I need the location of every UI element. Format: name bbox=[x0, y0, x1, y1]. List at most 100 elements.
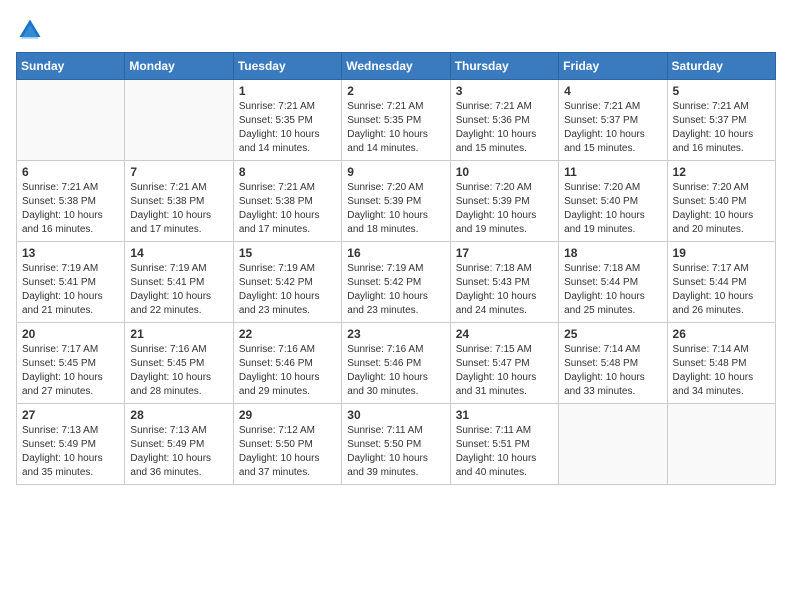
calendar-week-5: 27 Sunrise: 7:13 AMSunset: 5:49 PMDayligh… bbox=[17, 404, 776, 485]
day-number: 20 bbox=[22, 327, 119, 341]
calendar-cell: 30 Sunrise: 7:11 AMSunset: 5:50 PMDayligh… bbox=[342, 404, 450, 485]
calendar-cell: 27 Sunrise: 7:13 AMSunset: 5:49 PMDayligh… bbox=[17, 404, 125, 485]
day-number: 28 bbox=[130, 408, 227, 422]
calendar-header-row: SundayMondayTuesdayWednesdayThursdayFrid… bbox=[17, 53, 776, 80]
logo bbox=[16, 16, 46, 44]
calendar-week-4: 20 Sunrise: 7:17 AMSunset: 5:45 PMDayligh… bbox=[17, 323, 776, 404]
day-detail: Sunrise: 7:21 AMSunset: 5:37 PMDaylight:… bbox=[564, 100, 661, 156]
day-detail: Sunrise: 7:17 AMSunset: 5:45 PMDaylight:… bbox=[22, 343, 119, 399]
day-number: 14 bbox=[130, 246, 227, 260]
day-number: 12 bbox=[673, 165, 770, 179]
day-detail: Sunrise: 7:14 AMSunset: 5:48 PMDaylight:… bbox=[564, 343, 661, 399]
day-number: 13 bbox=[22, 246, 119, 260]
calendar-week-1: 1 Sunrise: 7:21 AMSunset: 5:35 PMDaylight… bbox=[17, 80, 776, 161]
page-header bbox=[16, 16, 776, 44]
weekday-header-wednesday: Wednesday bbox=[342, 53, 450, 80]
day-detail: Sunrise: 7:20 AMSunset: 5:40 PMDaylight:… bbox=[673, 181, 770, 237]
calendar-cell: 28 Sunrise: 7:13 AMSunset: 5:49 PMDayligh… bbox=[125, 404, 233, 485]
day-number: 4 bbox=[564, 84, 661, 98]
day-number: 5 bbox=[673, 84, 770, 98]
calendar-cell: 19 Sunrise: 7:17 AMSunset: 5:44 PMDayligh… bbox=[667, 242, 775, 323]
day-number: 19 bbox=[673, 246, 770, 260]
day-number: 29 bbox=[239, 408, 336, 422]
day-detail: Sunrise: 7:20 AMSunset: 5:39 PMDaylight:… bbox=[456, 181, 553, 237]
day-number: 18 bbox=[564, 246, 661, 260]
day-detail: Sunrise: 7:16 AMSunset: 5:46 PMDaylight:… bbox=[239, 343, 336, 399]
calendar-cell: 13 Sunrise: 7:19 AMSunset: 5:41 PMDayligh… bbox=[17, 242, 125, 323]
day-number: 2 bbox=[347, 84, 444, 98]
calendar-cell: 31 Sunrise: 7:11 AMSunset: 5:51 PMDayligh… bbox=[450, 404, 558, 485]
day-number: 9 bbox=[347, 165, 444, 179]
day-detail: Sunrise: 7:21 AMSunset: 5:35 PMDaylight:… bbox=[239, 100, 336, 156]
calendar-cell: 15Sunrise: 7:19 AMSunset: 5:42 PMDayligh… bbox=[233, 242, 341, 323]
day-detail: Sunrise: 7:21 AMSunset: 5:37 PMDaylight:… bbox=[673, 100, 770, 156]
day-detail: Sunrise: 7:13 AMSunset: 5:49 PMDaylight:… bbox=[22, 424, 119, 480]
day-detail: Sunrise: 7:18 AMSunset: 5:44 PMDaylight:… bbox=[564, 262, 661, 318]
day-detail: Sunrise: 7:15 AMSunset: 5:47 PMDaylight:… bbox=[456, 343, 553, 399]
day-detail: Sunrise: 7:13 AMSunset: 5:49 PMDaylight:… bbox=[130, 424, 227, 480]
calendar-cell: 22 Sunrise: 7:16 AMSunset: 5:46 PMDayligh… bbox=[233, 323, 341, 404]
day-detail: Sunrise: 7:14 AMSunset: 5:48 PMDaylight:… bbox=[673, 343, 770, 399]
day-number: 8 bbox=[239, 165, 336, 179]
calendar-cell: 3 Sunrise: 7:21 AMSunset: 5:36 PMDaylight… bbox=[450, 80, 558, 161]
day-detail: Sunrise: 7:18 AMSunset: 5:43 PMDaylight:… bbox=[456, 262, 553, 318]
day-number: 17 bbox=[456, 246, 553, 260]
day-number: 23 bbox=[347, 327, 444, 341]
calendar-cell: 20 Sunrise: 7:17 AMSunset: 5:45 PMDayligh… bbox=[17, 323, 125, 404]
day-number: 30 bbox=[347, 408, 444, 422]
calendar-cell: 9 Sunrise: 7:20 AMSunset: 5:39 PMDaylight… bbox=[342, 161, 450, 242]
day-detail: Sunrise: 7:19 AMSunset: 5:42 PMDaylight:… bbox=[239, 262, 336, 318]
calendar-cell bbox=[559, 404, 667, 485]
day-detail: Sunrise: 7:20 AMSunset: 5:40 PMDaylight:… bbox=[564, 181, 661, 237]
calendar-cell: 24 Sunrise: 7:15 AMSunset: 5:47 PMDayligh… bbox=[450, 323, 558, 404]
calendar-cell: 14 Sunrise: 7:19 AMSunset: 5:41 PMDayligh… bbox=[125, 242, 233, 323]
weekday-header-monday: Monday bbox=[125, 53, 233, 80]
calendar-cell: 8 Sunrise: 7:21 AMSunset: 5:38 PMDaylight… bbox=[233, 161, 341, 242]
day-number: 1 bbox=[239, 84, 336, 98]
day-detail: Sunrise: 7:21 AMSunset: 5:35 PMDaylight:… bbox=[347, 100, 444, 156]
day-detail: Sunrise: 7:21 AMSunset: 5:38 PMDaylight:… bbox=[130, 181, 227, 237]
calendar-cell: 12 Sunrise: 7:20 AMSunset: 5:40 PMDayligh… bbox=[667, 161, 775, 242]
day-number: 21 bbox=[130, 327, 227, 341]
day-number: 31 bbox=[456, 408, 553, 422]
day-detail: Sunrise: 7:19 AMSunset: 5:41 PMDaylight:… bbox=[130, 262, 227, 318]
calendar-cell: 11 Sunrise: 7:20 AMSunset: 5:40 PMDayligh… bbox=[559, 161, 667, 242]
day-number: 10 bbox=[456, 165, 553, 179]
day-detail: Sunrise: 7:21 AMSunset: 5:38 PMDaylight:… bbox=[239, 181, 336, 237]
calendar-cell bbox=[17, 80, 125, 161]
calendar-cell: 29Sunrise: 7:12 AMSunset: 5:50 PMDayligh… bbox=[233, 404, 341, 485]
weekday-header-sunday: Sunday bbox=[17, 53, 125, 80]
day-detail: Sunrise: 7:20 AMSunset: 5:39 PMDaylight:… bbox=[347, 181, 444, 237]
calendar-cell bbox=[125, 80, 233, 161]
day-detail: Sunrise: 7:21 AMSunset: 5:36 PMDaylight:… bbox=[456, 100, 553, 156]
calendar-cell: 5 Sunrise: 7:21 AMSunset: 5:37 PMDaylight… bbox=[667, 80, 775, 161]
calendar-cell: 26 Sunrise: 7:14 AMSunset: 5:48 PMDayligh… bbox=[667, 323, 775, 404]
day-detail: Sunrise: 7:11 AMSunset: 5:51 PMDaylight:… bbox=[456, 424, 553, 480]
calendar-cell: 2 Sunrise: 7:21 AMSunset: 5:35 PMDaylight… bbox=[342, 80, 450, 161]
calendar-cell: 17 Sunrise: 7:18 AMSunset: 5:43 PMDayligh… bbox=[450, 242, 558, 323]
calendar-cell: 21Sunrise: 7:16 AMSunset: 5:45 PMDayligh… bbox=[125, 323, 233, 404]
calendar-week-3: 13 Sunrise: 7:19 AMSunset: 5:41 PMDayligh… bbox=[17, 242, 776, 323]
day-detail: Sunrise: 7:17 AMSunset: 5:44 PMDaylight:… bbox=[673, 262, 770, 318]
day-number: 27 bbox=[22, 408, 119, 422]
day-detail: Sunrise: 7:11 AMSunset: 5:50 PMDaylight:… bbox=[347, 424, 444, 480]
day-number: 26 bbox=[673, 327, 770, 341]
day-detail: Sunrise: 7:19 AMSunset: 5:41 PMDaylight:… bbox=[22, 262, 119, 318]
calendar-cell: 23 Sunrise: 7:16 AMSunset: 5:46 PMDayligh… bbox=[342, 323, 450, 404]
logo-icon bbox=[16, 16, 44, 44]
weekday-header-thursday: Thursday bbox=[450, 53, 558, 80]
day-detail: Sunrise: 7:16 AMSunset: 5:46 PMDaylight:… bbox=[347, 343, 444, 399]
day-number: 25 bbox=[564, 327, 661, 341]
day-number: 3 bbox=[456, 84, 553, 98]
calendar-cell: 7Sunrise: 7:21 AMSunset: 5:38 PMDaylight… bbox=[125, 161, 233, 242]
calendar-cell bbox=[667, 404, 775, 485]
day-number: 24 bbox=[456, 327, 553, 341]
calendar-cell: 10 Sunrise: 7:20 AMSunset: 5:39 PMDayligh… bbox=[450, 161, 558, 242]
calendar-cell: 4 Sunrise: 7:21 AMSunset: 5:37 PMDaylight… bbox=[559, 80, 667, 161]
day-detail: Sunrise: 7:21 AMSunset: 5:38 PMDaylight:… bbox=[22, 181, 119, 237]
day-number: 22 bbox=[239, 327, 336, 341]
day-number: 6 bbox=[22, 165, 119, 179]
day-number: 11 bbox=[564, 165, 661, 179]
calendar-table: SundayMondayTuesdayWednesdayThursdayFrid… bbox=[16, 52, 776, 485]
calendar-cell: 25 Sunrise: 7:14 AMSunset: 5:48 PMDayligh… bbox=[559, 323, 667, 404]
